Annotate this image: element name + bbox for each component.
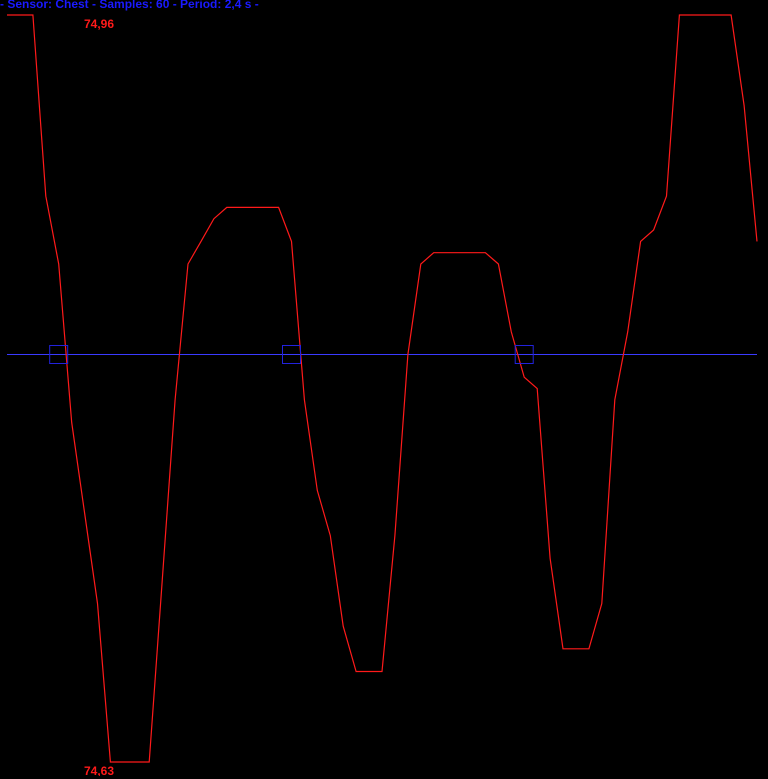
max-value-label: 74,96 (84, 17, 115, 31)
signal-series-line (7, 14, 758, 763)
chart-title: - Sensor: Chest - Samples: 60 - Period: … (0, 0, 259, 11)
plot-canvas (7, 14, 758, 763)
sensor-plot: - Sensor: Chest - Samples: 60 - Period: … (0, 0, 768, 779)
